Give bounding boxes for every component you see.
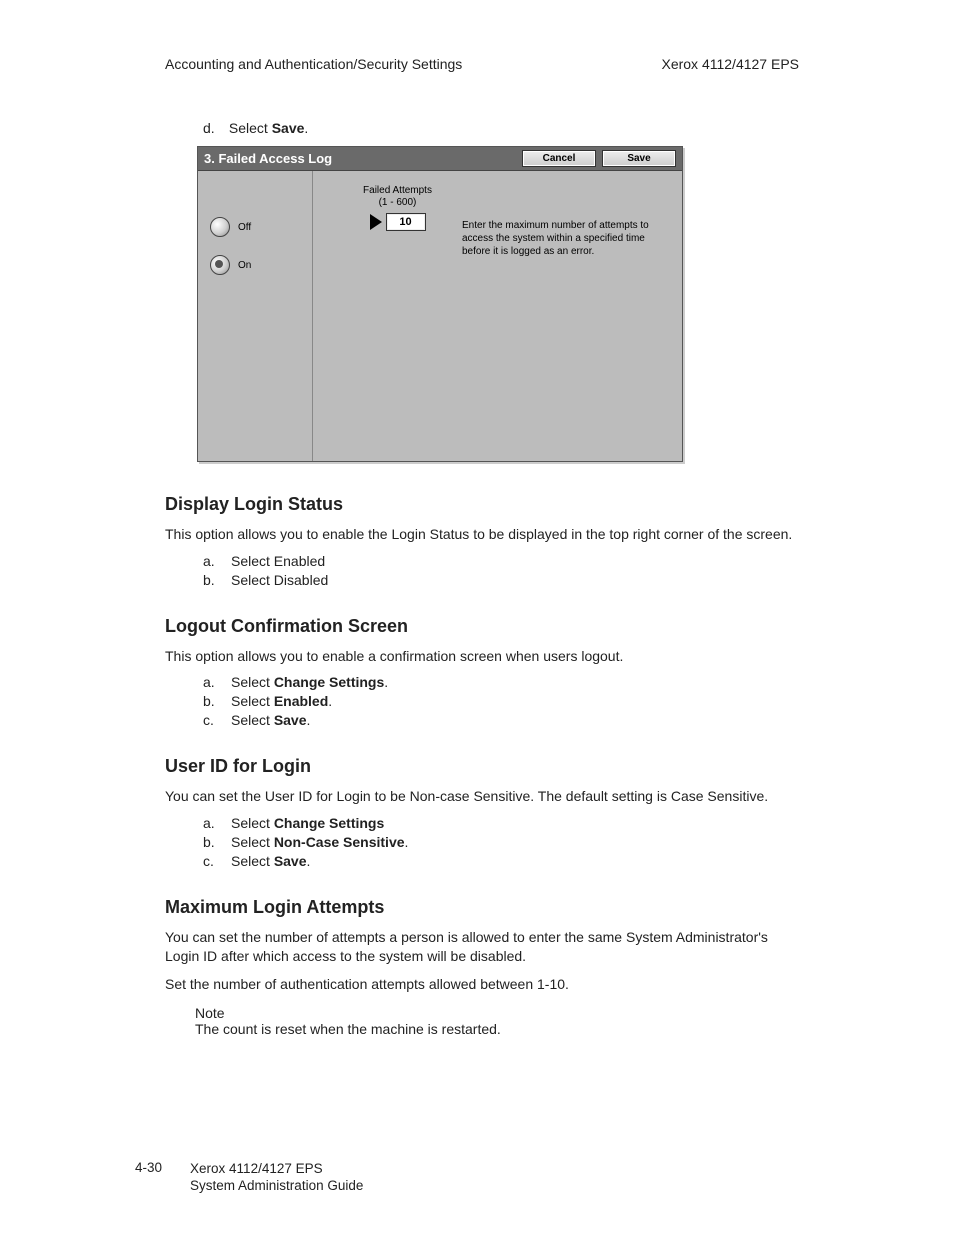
step-post: . — [304, 120, 308, 136]
desc-user-id-login: You can set the User ID for Login to be … — [165, 787, 799, 807]
radio-group: Off On — [198, 171, 313, 461]
s3-item-b: b.Select Non-Case Sensitive. — [203, 834, 799, 850]
heading-max-login-attempts: Maximum Login Attempts — [165, 897, 799, 918]
s4-p2: Set the number of authentication attempt… — [165, 975, 799, 995]
step-bold: Save — [272, 120, 305, 136]
panel-title: 3. Failed Access Log — [204, 151, 332, 166]
s4-p1: You can set the number of attempts a per… — [165, 928, 799, 967]
attempts-header: Failed Attempts (1 - 600) — [341, 185, 454, 209]
heading-logout-confirmation: Logout Confirmation Screen — [165, 616, 799, 637]
triangle-icon[interactable] — [370, 214, 382, 230]
cancel-button[interactable]: Cancel — [522, 150, 596, 167]
page-footer: 4-30 Xerox 4112/4127 EPS System Administ… — [135, 1160, 363, 1195]
radio-on-label: On — [238, 260, 251, 271]
s2-item-c: c.Select Save. — [203, 712, 799, 728]
save-button[interactable]: Save — [602, 150, 676, 167]
footer-line1: Xerox 4112/4127 EPS — [190, 1160, 363, 1178]
s1-item-a: a.Select Enabled — [203, 553, 799, 569]
page-header: Accounting and Authentication/Security S… — [165, 56, 799, 72]
desc-display-login-status: This option allows you to enable the Log… — [165, 525, 799, 545]
radio-on[interactable]: On — [210, 255, 312, 275]
note-text: The count is reset when the machine is r… — [195, 1021, 799, 1037]
step-d: d. Select Save. — [203, 120, 799, 136]
footer-line2: System Administration Guide — [190, 1177, 363, 1195]
radio-off[interactable]: Off — [210, 217, 312, 237]
s3-item-a: a.Select Change Settings — [203, 815, 799, 831]
failed-access-log-panel: 3. Failed Access Log Cancel Save Off On — [197, 146, 683, 462]
desc-logout-confirmation: This option allows you to enable a confi… — [165, 647, 799, 667]
header-left: Accounting and Authentication/Security S… — [165, 56, 462, 72]
step-pre: Select — [229, 120, 272, 136]
radio-off-label: Off — [238, 222, 251, 233]
header-right: Xerox 4112/4127 EPS — [661, 56, 799, 72]
radio-off-indicator — [210, 217, 230, 237]
note-label: Note — [195, 1005, 799, 1021]
heading-user-id-login: User ID for Login — [165, 756, 799, 777]
s1-item-b: b.Select Disabled — [203, 572, 799, 588]
heading-display-login-status: Display Login Status — [165, 494, 799, 515]
page-number: 4-30 — [135, 1160, 162, 1195]
radio-on-indicator — [210, 255, 230, 275]
panel-titlebar: 3. Failed Access Log Cancel Save — [198, 147, 682, 171]
s2-item-b: b.Select Enabled. — [203, 693, 799, 709]
step-letter: d. — [203, 120, 225, 136]
s2-item-a: a.Select Change Settings. — [203, 674, 799, 690]
help-text: Enter the maximum number of attempts to … — [462, 171, 682, 461]
s3-item-c: c.Select Save. — [203, 853, 799, 869]
attempts-input[interactable]: 10 — [386, 213, 426, 231]
